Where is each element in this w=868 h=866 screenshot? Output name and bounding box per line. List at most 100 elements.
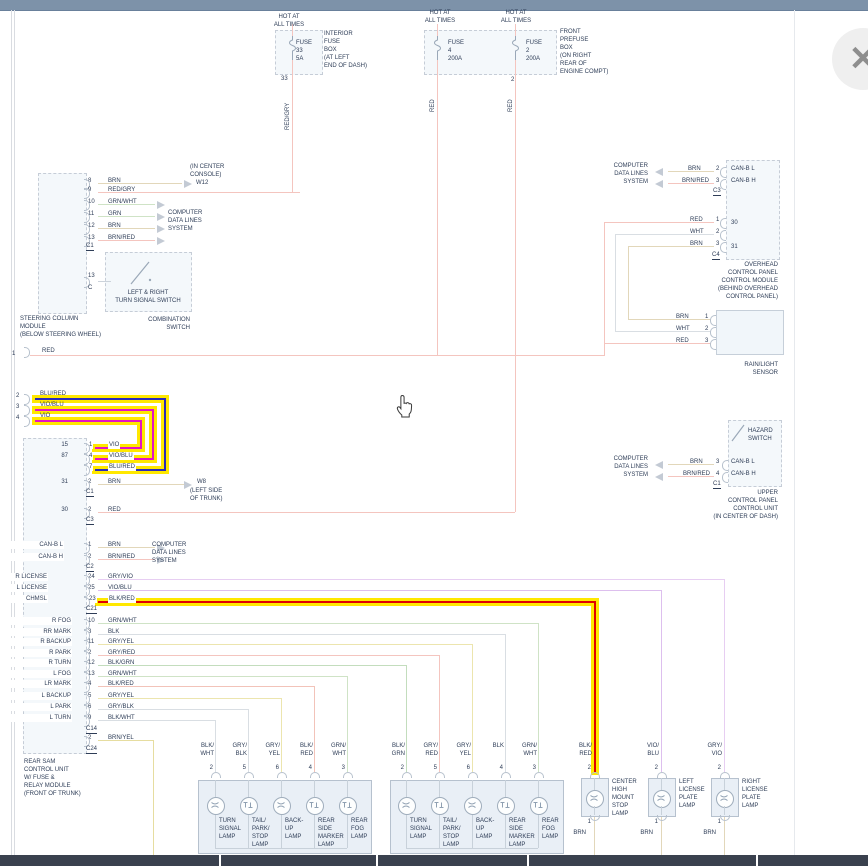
lamp-name: TAIL/PARK/STOPLAMP — [443, 817, 461, 849]
lamp-pin-number: 2 — [648, 764, 658, 772]
wire-color-label: BLK — [108, 628, 119, 636]
wire-color-label: VIO — [108, 441, 120, 449]
arrow-icon — [157, 225, 165, 233]
hot-at-3: HOT ATALL TIMES — [494, 9, 538, 25]
connector-arc — [710, 339, 716, 350]
rain-brn: BRN — [676, 313, 689, 321]
wire — [98, 665, 407, 666]
steering-c: C — [88, 284, 92, 292]
scrollbar-thumb[interactable] — [758, 855, 868, 866]
wire-color-label: GRN/WHT — [108, 617, 137, 625]
lamp-name: TURNSIGNALLAMP — [410, 817, 432, 841]
lamp-name: REARSIDEMARKERLAMP — [509, 817, 535, 849]
lamp-internal-wire — [472, 780, 473, 797]
interior-fuse-caption: INTERIORFUSEBOX(AT LEFTEND OF DASH) — [324, 30, 367, 70]
w8-label: W8 — [197, 478, 206, 486]
sam-circuit-label: R BACKUP — [10, 638, 72, 646]
arrow-icon — [655, 461, 663, 469]
wire — [604, 222, 605, 356]
wire-color-label: BLK/RED — [108, 680, 134, 688]
lamp-internal-wire — [281, 780, 282, 797]
sam-circuit-label: CAN-B L — [2, 541, 64, 549]
lamp-internal-wire — [215, 813, 216, 848]
highlighted-wire — [140, 420, 142, 449]
wire-color-label: VIO/BLU — [108, 584, 132, 592]
ground-wire-label: BRN — [629, 829, 653, 837]
rain-pin3: 3 — [705, 337, 708, 345]
lamp-internal-wire — [314, 780, 315, 797]
fuse-2-label: FUSE2200A — [526, 39, 542, 63]
sam-circuit-label: L LICENSE — [0, 584, 48, 592]
wire-color-label: GRN/WHT — [108, 198, 137, 206]
hl-label-blured: BLU/RED — [40, 390, 66, 398]
connector-label: C2 — [86, 563, 94, 572]
up-c1: C1 — [713, 480, 721, 489]
lamp-internal-wire — [724, 778, 725, 790]
arrow-icon — [157, 237, 165, 245]
lamp-circle — [398, 797, 416, 815]
hl-pin-3: 3 — [16, 403, 19, 411]
computer-data-lines-2: COMPUTERDATA LINESSYSTEM — [152, 541, 186, 565]
scrollbar-thumb[interactable] — [221, 855, 376, 866]
lamp-internal-wire — [594, 806, 595, 815]
page-left-edge-2 — [14, 10, 15, 855]
lamp-pin-number: 2 — [581, 764, 591, 772]
highlighted-wire — [164, 398, 166, 471]
lamp-internal-wire — [406, 780, 407, 797]
lamp-name: BACK-UPLAMP — [285, 817, 303, 841]
lamp-name: BACK-UPLAMP — [476, 817, 494, 841]
wire — [406, 665, 407, 772]
lamp-circle — [530, 797, 548, 815]
fuse-4-label: FUSE4200A — [448, 39, 464, 63]
sam-circuit-label: LR MARK — [10, 680, 72, 688]
switch-icon — [127, 258, 155, 293]
connector-arc — [24, 405, 30, 416]
lamp-circle — [653, 790, 671, 808]
lamp-wire-color: GRY/YEL — [441, 742, 471, 758]
lamp-circle — [240, 797, 258, 815]
connector-arc — [710, 315, 716, 326]
highlighted-wire — [35, 409, 154, 411]
steering-caption: STEERING COLUMNMODULE(BELOW STEERING WHE… — [20, 315, 101, 339]
scrollbar-thumb[interactable] — [0, 855, 219, 866]
lamp-wire-color: GRY/RED — [408, 742, 438, 758]
highlighted-wire — [98, 601, 596, 603]
prefuse-caption: FRONTPREFUSEBOX(ON RIGHTREAR OFENGINE CO… — [560, 28, 608, 76]
sam-circuit-label: L FOG — [10, 670, 72, 678]
wire — [437, 58, 438, 355]
lamp-wire-color: BLK — [474, 742, 504, 750]
wire-color-label: BRN — [108, 478, 121, 486]
oh-c4: C4 — [712, 251, 720, 260]
page-right-edge — [794, 10, 795, 855]
ground-wire-label: BRN — [562, 829, 586, 837]
wire-label-red-vertical-1: RED — [429, 99, 437, 112]
connector-arc — [24, 416, 30, 427]
highlighted-wire — [35, 420, 142, 422]
wire — [628, 246, 629, 320]
scrollbar-thumb[interactable] — [378, 855, 527, 866]
oh-canbh: CAN-B H — [731, 177, 756, 185]
oh-pin3: 3 — [716, 177, 719, 185]
scrollbar-thumb[interactable] — [529, 855, 756, 866]
pin-1: 1 — [12, 350, 15, 358]
lamp-internal-wire — [281, 813, 282, 848]
up-pin4: 4 — [716, 470, 719, 478]
computer-data-lines-4: COMPUTERDATA LINESSYSTEM — [590, 455, 648, 479]
wire-label-redgry-vertical: RED/GRY — [284, 103, 292, 130]
oh-brnred: BRN/RED — [682, 177, 709, 185]
relay-30: 30 — [8, 506, 68, 514]
hl-pin-4: 4 — [16, 414, 19, 422]
wire — [724, 579, 725, 772]
oh-30: 30 — [731, 219, 738, 227]
lamp-wire-color: GRY/VIO — [692, 742, 722, 758]
highlighted-wire — [35, 398, 166, 400]
computer-data-lines-1: COMPUTERDATA LINESSYSTEM — [168, 209, 202, 233]
w12-note: (IN CENTERCONSOLE) — [190, 163, 224, 179]
lamp-internal-wire — [594, 778, 595, 790]
wire — [604, 343, 711, 344]
connector-arc — [211, 772, 221, 778]
wire — [98, 655, 440, 656]
rain-caption: RAIN/LIGHTSENSOR — [718, 361, 778, 377]
oh-31: 31 — [731, 243, 738, 251]
close-button[interactable]: ✕ — [832, 28, 868, 90]
